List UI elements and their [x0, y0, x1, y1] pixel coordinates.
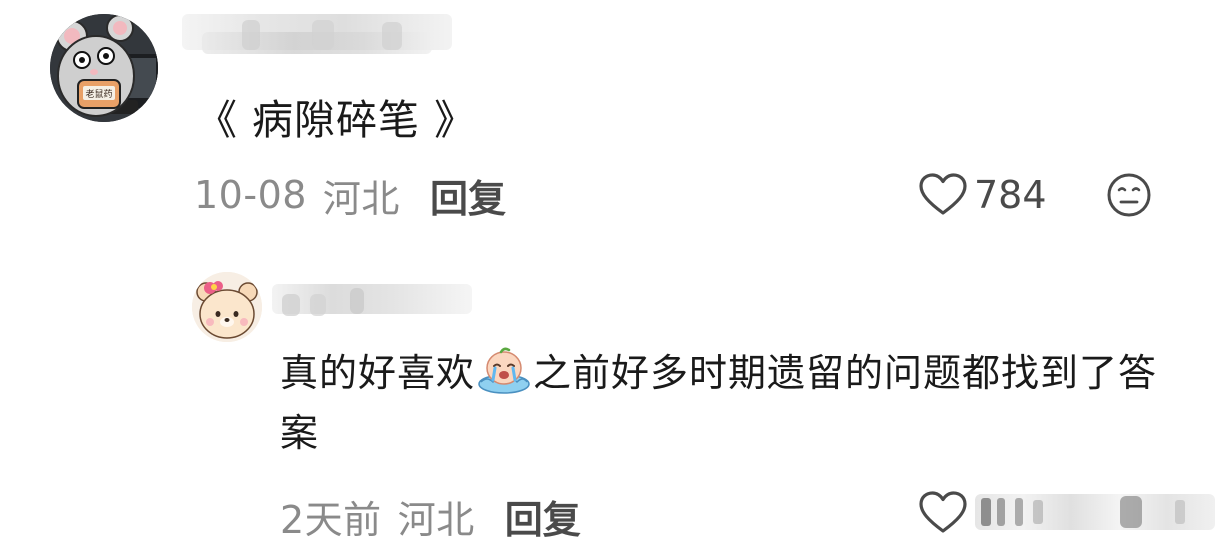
reply-button[interactable]: 回复 [505, 489, 581, 544]
comment-date: 2天前 [280, 497, 382, 542]
crying-face-emoji [478, 347, 530, 394]
comment-meta: 2天前 河北 回复 [280, 489, 581, 544]
reply-button[interactable]: 回复 [430, 168, 506, 223]
username-redacted[interactable] [172, 8, 472, 58]
username-redacted[interactable] [270, 276, 490, 320]
comment-text: 真的好喜欢 之前好多时期遗留的问题都找到了答案 [280, 343, 1160, 463]
comment-text: 《 病隙碎笔 》 [196, 96, 477, 144]
comment-location: 河北 [322, 176, 400, 221]
neutral-face-icon [1107, 173, 1151, 217]
avatar-badge-text: 老鼠药 [85, 88, 112, 100]
heart-outline-icon [919, 491, 967, 533]
like-count: 784 [974, 173, 1047, 217]
redacted-like-count [975, 490, 1220, 534]
comment-date: 10-08 [194, 173, 307, 217]
avatar[interactable]: 老鼠药 [50, 14, 158, 122]
dislike-button[interactable] [1106, 172, 1152, 218]
comment-text-part: 真的好喜欢 [280, 351, 476, 395]
bear-avatar-icon [192, 272, 262, 342]
avatar[interactable] [192, 272, 262, 342]
like-button[interactable] [918, 488, 968, 538]
mouse-avatar-icon: 老鼠药 [50, 14, 158, 122]
comment-location: 河北 [397, 497, 475, 542]
like-button[interactable]: 784 [918, 170, 1047, 220]
comment-meta: 10-08 河北 回复 [194, 168, 506, 223]
heart-outline-icon [919, 173, 967, 215]
